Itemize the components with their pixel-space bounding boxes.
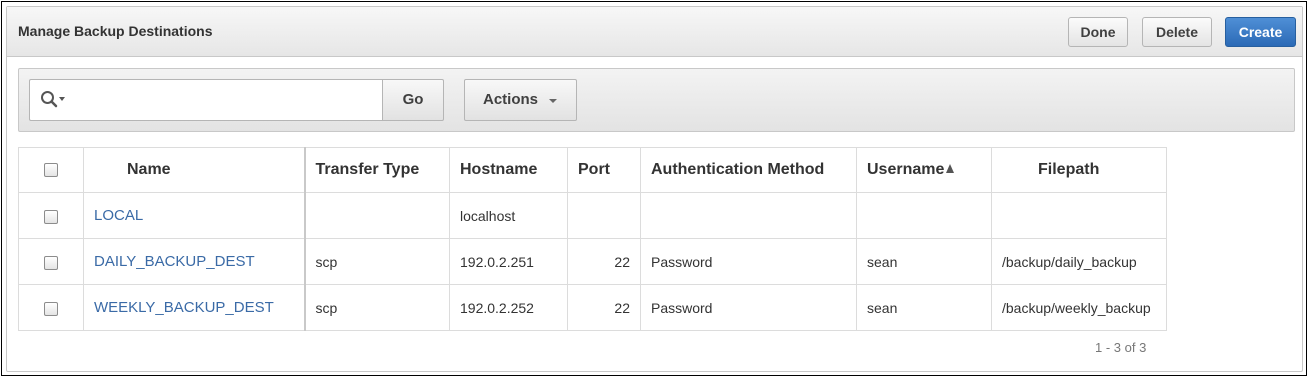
row-checkbox[interactable] [44,255,58,270]
column-header-authentication-method[interactable]: Authentication Method [640,147,857,193]
transfer-type-cell: scp [304,284,450,331]
username-header-label: Username [867,161,945,178]
transfer-type-cell: scp [304,238,450,285]
column-header-port[interactable]: Port [567,147,641,193]
actions-menu-button[interactable]: Actions [464,79,577,121]
table-header-row: Name Transfer Type Hostname Port Authent… [18,147,1167,193]
name-cell: LOCAL [83,192,306,239]
chevron-down-icon [549,99,557,103]
row-checkbox[interactable] [44,301,58,316]
column-header-name[interactable]: Name [83,147,306,193]
select-all-checkbox[interactable] [44,162,58,177]
delete-button[interactable]: Delete [1142,17,1212,47]
column-header-filepath[interactable]: Filepath [991,147,1167,193]
port-cell [567,192,641,239]
report-toolbar: Go Actions [18,68,1295,132]
hostname-cell: localhost [449,192,568,239]
hostname-cell: 192.0.2.252 [449,284,568,331]
select-all-cell [18,147,84,193]
filepath-cell: /backup/daily_backup [991,238,1167,285]
destination-link[interactable]: DAILY_BACKUP_DEST [94,253,255,270]
go-button[interactable]: Go [382,79,444,121]
backup-destinations-region: Manage Backup Destinations Done Delete C… [6,6,1303,372]
search-box[interactable] [29,79,383,121]
column-header-transfer-type[interactable]: Transfer Type [304,147,450,193]
table-row: WEEKLY_BACKUP_DEST scp 192.0.2.252 22 Pa… [18,284,1167,331]
region-header: Manage Backup Destinations Done Delete C… [7,7,1302,57]
row-checkbox[interactable] [44,209,58,224]
auth-method-cell [640,192,857,239]
table-row: DAILY_BACKUP_DEST scp 192.0.2.251 22 Pas… [18,238,1167,285]
port-cell: 22 [567,284,641,331]
screenshot-frame: Manage Backup Destinations Done Delete C… [1,1,1307,376]
name-cell: WEEKLY_BACKUP_DEST [83,284,306,331]
destination-link[interactable]: WEEKLY_BACKUP_DEST [94,299,274,316]
search-icon[interactable] [40,90,68,115]
filepath-cell: /backup/weekly_backup [991,284,1167,331]
sort-ascending-icon [946,164,955,173]
backup-destinations-table: Name Transfer Type Hostname Port Authent… [18,147,1167,331]
create-button[interactable]: Create [1225,17,1296,47]
row-select-cell [18,284,84,331]
done-button[interactable]: Done [1068,17,1128,47]
region-title: Manage Backup Destinations [18,23,213,39]
column-header-hostname[interactable]: Hostname [449,147,568,193]
hostname-cell: 192.0.2.251 [449,238,568,285]
row-select-cell [18,192,84,239]
username-cell: sean [856,238,992,285]
username-cell: sean [856,284,992,331]
pagination-info: 1 - 3 of 3 [1095,340,1147,355]
filepath-cell [991,192,1167,239]
actions-label: Actions [483,91,539,108]
row-select-cell [18,238,84,285]
auth-method-cell: Password [640,284,857,331]
transfer-type-cell [304,192,450,239]
destination-link[interactable]: LOCAL [94,207,143,224]
column-header-username[interactable]: Username [856,147,992,193]
username-cell [856,192,992,239]
port-cell: 22 [567,238,641,285]
name-cell: DAILY_BACKUP_DEST [83,238,306,285]
auth-method-cell: Password [640,238,857,285]
table-row: LOCAL localhost [18,192,1167,239]
search-input[interactable] [74,86,374,114]
